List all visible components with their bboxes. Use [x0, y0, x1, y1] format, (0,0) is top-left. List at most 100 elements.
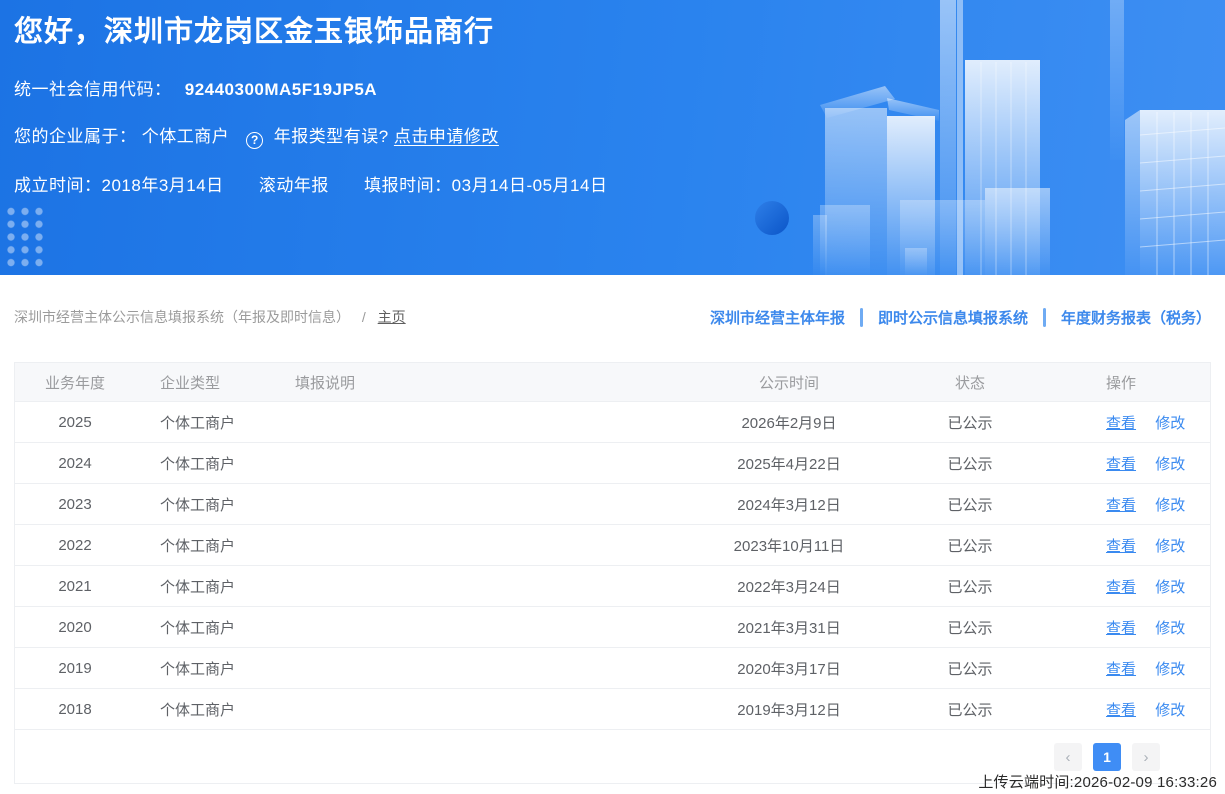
view-link[interactable]: 查看 — [1106, 456, 1136, 473]
breadcrumb-system-name: 深圳市经营主体公示信息填报系统（年报及即时信息） — [14, 309, 350, 325]
type-error-hint: 年报类型有误? — [274, 127, 389, 146]
cell-entity-type: 个体工商户 — [135, 617, 285, 638]
breadcrumb-home-link[interactable]: 主页 — [378, 309, 406, 325]
breadcrumb: 深圳市经营主体公示信息填报系统（年报及即时信息） / 主页 — [14, 307, 406, 327]
cell-operations: 查看 修改 — [1022, 699, 1210, 720]
hero-banner: 您好，深圳市龙岗区金玉银饰品商行 统一社会信用代码： 92440300MA5F1… — [0, 0, 1225, 275]
cell-status: 已公示 — [918, 494, 1022, 515]
cell-business-year: 2025 — [15, 414, 135, 431]
edit-link[interactable]: 修改 — [1155, 456, 1185, 473]
pagination-page-1-button[interactable]: 1 — [1093, 743, 1121, 771]
credit-code-line: 统一社会信用代码： 92440300MA5F19JP5A — [14, 75, 1225, 100]
cell-publish-date: 2020年3月17日 — [660, 658, 918, 679]
table-row: 2025 个体工商户 2026年2月9日 已公示 查看 修改 — [15, 401, 1210, 442]
view-link[interactable]: 查看 — [1106, 497, 1136, 514]
pagination-next-button[interactable]: › — [1132, 743, 1160, 771]
company-type-label: 您的企业属于： — [14, 127, 137, 146]
header-publish-date: 公示时间 — [660, 372, 918, 393]
upload-cloud-timestamp: 上传云端时间:2026-02-09 16:33:26 — [978, 771, 1217, 792]
cell-publish-date: 2021年3月31日 — [660, 617, 918, 638]
dates-line: 成立时间：2018年3月14日 滚动年报 填报时间：03月14日-05月14日 — [14, 171, 1225, 196]
filing-period-value: 03月14日-05月14日 — [452, 176, 608, 195]
nav-link-instant-info-system[interactable]: 即时公示信息填报系统 — [878, 307, 1028, 328]
cell-entity-type: 个体工商户 — [135, 658, 285, 679]
dot-grid-decoration — [4, 205, 48, 269]
apply-change-link[interactable]: 点击申请修改 — [394, 127, 499, 146]
cell-status: 已公示 — [918, 617, 1022, 638]
filing-period-label: 填报时间： — [364, 176, 452, 195]
edit-link[interactable]: 修改 — [1155, 415, 1185, 432]
cell-status: 已公示 — [918, 699, 1022, 720]
company-type-value: 个体工商户 — [142, 127, 230, 146]
cell-publish-date: 2019年3月12日 — [660, 699, 918, 720]
cell-status: 已公示 — [918, 658, 1022, 679]
cell-entity-type: 个体工商户 — [135, 412, 285, 433]
table-row: 2023 个体工商户 2024年3月12日 已公示 查看 修改 — [15, 483, 1210, 524]
cell-publish-date: 2024年3月12日 — [660, 494, 918, 515]
table-row: 2019 个体工商户 2020年3月17日 已公示 查看 修改 — [15, 647, 1210, 688]
view-link[interactable]: 查看 — [1106, 579, 1136, 596]
nav-divider — [860, 308, 863, 327]
cell-business-year: 2021 — [15, 578, 135, 595]
cell-operations: 查看 修改 — [1022, 494, 1210, 515]
breadcrumb-separator: / — [362, 309, 366, 325]
cell-entity-type: 个体工商户 — [135, 535, 285, 556]
table-row: 2024 个体工商户 2025年4月22日 已公示 查看 修改 — [15, 442, 1210, 483]
pagination: ‹ 1 › — [1054, 743, 1160, 771]
cell-business-year: 2020 — [15, 619, 135, 636]
cell-status: 已公示 — [918, 576, 1022, 597]
header-status: 状态 — [918, 372, 1022, 393]
edit-link[interactable]: 修改 — [1155, 497, 1185, 514]
chevron-left-icon: ‹ — [1066, 749, 1071, 766]
header-filing-note: 填报说明 — [285, 372, 660, 393]
question-circle-icon: ? — [246, 132, 263, 149]
cell-business-year: 2024 — [15, 455, 135, 472]
header-business-year: 业务年度 — [15, 372, 135, 393]
cell-business-year: 2019 — [15, 660, 135, 677]
view-link[interactable]: 查看 — [1106, 620, 1136, 637]
credit-code-label: 统一社会信用代码： — [14, 80, 172, 99]
table-row: 2018 个体工商户 2019年3月12日 已公示 查看 修改 — [15, 688, 1210, 729]
edit-link[interactable]: 修改 — [1155, 661, 1185, 678]
cell-business-year: 2022 — [15, 537, 135, 554]
nav-link-financial-report-tax[interactable]: 年度财务报表（税务） — [1061, 307, 1211, 328]
edit-link[interactable]: 修改 — [1155, 620, 1185, 637]
credit-code-value: 92440300MA5F19JP5A — [185, 80, 377, 99]
table-row: 2021 个体工商户 2022年3月24日 已公示 查看 修改 — [15, 565, 1210, 606]
cell-status: 已公示 — [918, 535, 1022, 556]
cell-operations: 查看 修改 — [1022, 535, 1210, 556]
cell-entity-type: 个体工商户 — [135, 699, 285, 720]
top-nav: 深圳市经营主体年报 即时公示信息填报系统 年度财务报表（税务） — [710, 307, 1211, 328]
cell-status: 已公示 — [918, 453, 1022, 474]
table-body: 2025 个体工商户 2026年2月9日 已公示 查看 修改 2024 个体工商… — [15, 401, 1210, 729]
view-link[interactable]: 查看 — [1106, 661, 1136, 678]
cell-business-year: 2018 — [15, 701, 135, 718]
view-link[interactable]: 查看 — [1106, 702, 1136, 719]
view-link[interactable]: 查看 — [1106, 538, 1136, 555]
cell-publish-date: 2023年10月11日 — [660, 535, 918, 556]
established-date: 2018年3月14日 — [102, 176, 224, 195]
table-row: 2020 个体工商户 2021年3月31日 已公示 查看 修改 — [15, 606, 1210, 647]
cell-operations: 查看 修改 — [1022, 453, 1210, 474]
pagination-prev-button[interactable]: ‹ — [1054, 743, 1082, 771]
edit-link[interactable]: 修改 — [1155, 702, 1185, 719]
cell-entity-type: 个体工商户 — [135, 576, 285, 597]
view-link[interactable]: 查看 — [1106, 415, 1136, 432]
cell-publish-date: 2026年2月9日 — [660, 412, 918, 433]
nav-link-annual-report[interactable]: 深圳市经营主体年报 — [710, 307, 845, 328]
cell-status: 已公示 — [918, 412, 1022, 433]
edit-link[interactable]: 修改 — [1155, 579, 1185, 596]
header-entity-type: 企业类型 — [135, 372, 285, 393]
cell-entity-type: 个体工商户 — [135, 494, 285, 515]
established-label: 成立时间： — [14, 176, 102, 195]
cell-operations: 查看 修改 — [1022, 617, 1210, 638]
header-operations: 操作 — [1022, 372, 1210, 393]
company-type-line: 您的企业属于： 个体工商户 ? 年报类型有误? 点击申请修改 — [14, 122, 1225, 149]
edit-link[interactable]: 修改 — [1155, 538, 1185, 555]
sub-header: 深圳市经营主体公示信息填报系统（年报及即时信息） / 主页 深圳市经营主体年报 … — [0, 305, 1225, 329]
cell-publish-date: 2022年3月24日 — [660, 576, 918, 597]
company-greeting-title: 您好，深圳市龙岗区金玉银饰品商行 — [14, 8, 1225, 50]
cell-publish-date: 2025年4月22日 — [660, 453, 918, 474]
table-header-row: 业务年度 企业类型 填报说明 公示时间 状态 操作 — [15, 363, 1210, 401]
nav-divider — [1043, 308, 1046, 327]
